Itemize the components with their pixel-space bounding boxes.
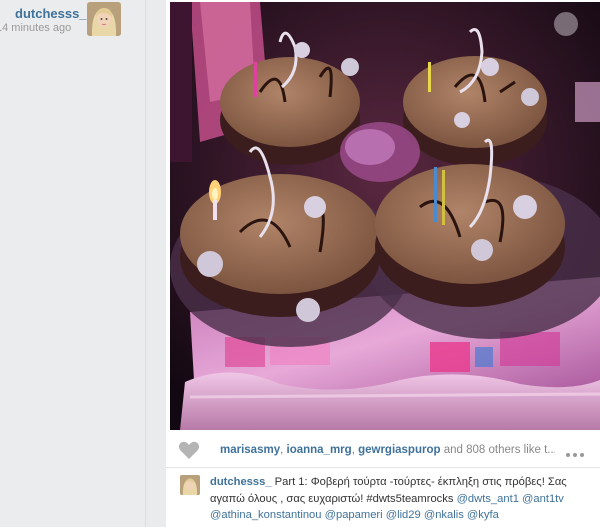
dot-icon [580, 453, 584, 457]
heart-icon [178, 441, 200, 459]
caption-username[interactable]: dutchesss_ [210, 476, 272, 488]
mention-link[interactable]: @papameri [325, 509, 383, 521]
mention-link[interactable]: @athina_konstantinou [210, 509, 322, 521]
like-button[interactable] [178, 440, 200, 460]
more-options-button[interactable] [566, 444, 592, 457]
dot-icon [566, 453, 570, 457]
liker-link[interactable]: marisasmy [220, 444, 280, 456]
author-username[interactable]: dutchesss_ [15, 6, 87, 21]
mention-link[interactable]: @nkalis [424, 509, 464, 521]
liker-link[interactable]: gewrgiaspurop [358, 444, 440, 456]
likes-bar: marisasmy, ioanna_mrg, gewrgiaspurop and… [166, 432, 600, 468]
caption-text: dutchesss_ Part 1: Φοβερή τούρτα -τούρτε… [210, 474, 596, 524]
likes-others-text: others like t... [485, 444, 555, 456]
mention-link[interactable]: @ant1tv [522, 493, 564, 505]
mention-link[interactable]: @dwts_ant1 [457, 493, 519, 505]
author-avatar[interactable] [87, 2, 121, 36]
column-divider [145, 0, 146, 527]
post-card: marisasmy, ioanna_mrg, gewrgiaspurop and… [166, 0, 600, 527]
post-photo[interactable] [170, 2, 600, 430]
mention-link[interactable]: @lid29 [386, 509, 421, 521]
post-timestamp[interactable]: 14 minutes ago [0, 22, 71, 34]
post-meta-column: dutchesss_ 14 minutes ago [0, 0, 145, 527]
post-caption: dutchesss_ Part 1: Φοβερή τούρτα -τούρτε… [166, 468, 600, 527]
caption-avatar[interactable] [180, 475, 200, 495]
likers-list: marisasmy, ioanna_mrg, gewrgiaspurop and… [220, 444, 555, 456]
liker-link[interactable]: ioanna_mrg [287, 444, 352, 456]
dot-icon [573, 453, 577, 457]
likes-count[interactable]: 808 [466, 444, 485, 456]
mention-link[interactable]: @kyfa [467, 509, 499, 521]
likes-and-text: and [440, 444, 467, 456]
